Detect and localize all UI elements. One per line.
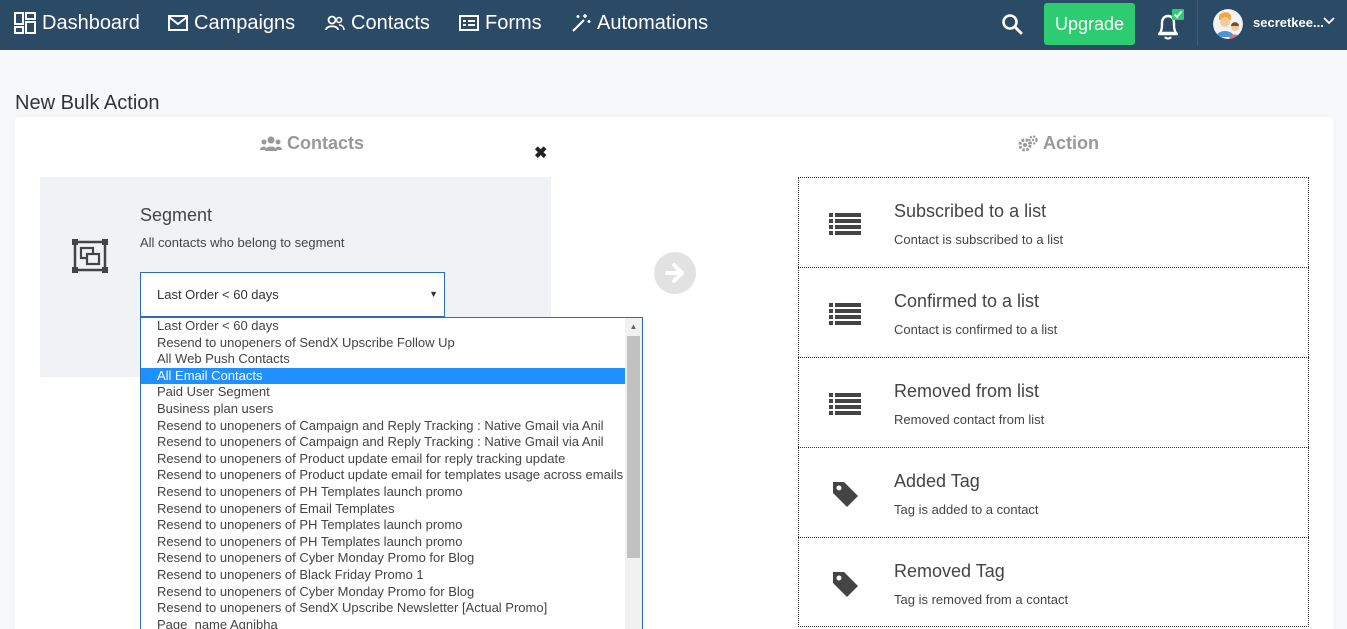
nav-dashboard-label: Dashboard [42,11,140,34]
segment-option[interactable]: Resend to unopeners of PH Templates laun… [141,484,626,501]
users-icon [260,136,282,151]
list-icon [829,298,861,330]
scroll-up-icon[interactable]: ▲ [625,318,642,335]
segment-option[interactable]: Paid User Segment [141,384,626,401]
top-navbar: Dashboard Campaigns Contacts Forms Autom… [0,0,1347,50]
segment-option[interactable]: Resend to unopeners of SendX Upscribe Ne… [141,600,626,617]
action-item[interactable]: Subscribed to a list Contact is subscribe… [798,177,1309,267]
segment-options: Last Order < 60 days Resend to unopeners … [141,318,626,629]
close-icon[interactable]: ✖ [534,145,547,163]
segment-option[interactable]: Resend to unopeners of Email Templates [141,501,626,518]
action-title: Subscribed to a list [894,201,1047,221]
nav-forms[interactable]: Forms [459,0,542,46]
nav-automations-label: Automations [597,11,709,34]
envelope-icon [168,15,188,31]
segment-option[interactable]: Resend to unopeners of Campaign and Repl… [141,434,626,451]
action-item[interactable]: Removed from list Removed contact from li… [798,357,1309,447]
action-description: Tag is added to a contact [894,502,1039,517]
segment-option[interactable]: Resend to unopeners of Campaign and Repl… [141,418,626,435]
search-icon[interactable] [1000,12,1024,36]
dashboard-icon [14,12,36,34]
contacts-heading: Contacts [260,133,364,154]
nav-contacts[interactable]: Contacts [325,0,430,46]
caret-down-icon: ▼ [429,289,438,299]
segment-option[interactable]: Resend to unopeners of SendX Upscribe Fo… [141,335,626,352]
segment-title: Segment [140,205,213,225]
page-title: New Bulk Action [15,92,160,114]
action-title: Removed Tag [894,561,1005,581]
chevron-down-icon[interactable] [1323,17,1335,25]
list-icon [829,388,861,420]
list-icon [829,208,861,240]
segment-option[interactable]: Page_name Agnibha [141,617,626,629]
segment-icon [72,239,108,273]
nav-forms-label: Forms [485,11,542,34]
segment-option[interactable]: Resend to unopeners of Product update em… [141,467,626,484]
action-heading-label: Action [1043,133,1099,153]
segment-dropdown-list[interactable]: Last Order < 60 days Resend to unopeners … [140,317,643,629]
tag-icon [829,568,861,600]
gears-icon [1018,134,1038,151]
segment-option[interactable]: Resend to unopeners of Black Friday Prom… [141,567,626,584]
segment-option[interactable]: Resend to unopeners of PH Templates laun… [141,517,626,534]
action-item[interactable]: Added Tag Tag is added to a contact [798,447,1309,537]
user-name[interactable]: secretkee... [1253,15,1324,30]
notification-bell-icon[interactable] [1152,8,1186,42]
nav-automations[interactable]: Automations [571,0,708,46]
segment-option[interactable]: Business plan users [141,401,626,418]
segment-select[interactable]: Last Order < 60 days ▼ [140,272,445,317]
action-list: Subscribed to a list Contact is subscribe… [798,177,1309,627]
segment-option[interactable]: Resend to unopeners of Product update em… [141,451,626,468]
scrollbar-thumb[interactable] [627,336,640,558]
magic-wand-icon [572,14,591,32]
action-title: Added Tag [894,471,980,491]
action-description: Contact is subscribed to a list [894,232,1064,247]
nav-campaigns-label: Campaigns [194,11,296,34]
nav-divider [1197,0,1198,46]
action-description: Removed contact from list [894,412,1045,427]
segment-option[interactable]: Resend to unopeners of Cyber Monday Prom… [141,584,626,601]
action-item[interactable]: Confirmed to a list Contact is confirmed … [798,267,1309,357]
upgrade-button[interactable]: Upgrade [1044,3,1135,45]
segment-option[interactable]: All Email Contacts [141,367,626,385]
action-description: Contact is confirmed to a list [894,322,1058,337]
form-icon [459,15,479,31]
segment-option[interactable]: All Web Push Contacts [141,351,626,368]
segment-option[interactable]: Resend to unopeners of Cyber Monday Prom… [141,550,626,567]
nav-contacts-label: Contacts [351,11,430,34]
nav-dashboard[interactable]: Dashboard [14,0,140,46]
arrow-right-icon [654,252,696,294]
contacts-heading-label: Contacts [287,133,365,153]
segment-description: All contacts who belong to segment [140,235,345,250]
action-title: Confirmed to a list [894,291,1040,311]
action-title: Removed from list [894,381,1040,401]
users-icon [325,15,345,31]
action-heading: Action [1018,133,1099,154]
segment-option[interactable]: Last Order < 60 days [141,318,626,335]
segment-option[interactable]: Resend to unopeners of PH Templates laun… [141,534,626,551]
action-description: Tag is removed from a contact [894,592,1069,607]
tag-icon [829,478,861,510]
segment-select-value: Last Order < 60 days [157,287,279,302]
action-item[interactable]: Removed Tag Tag is removed from a contact [798,537,1309,627]
nav-campaigns[interactable]: Campaigns [168,0,295,46]
scrollbar[interactable]: ▲ [625,318,642,629]
user-avatar[interactable] [1213,9,1243,39]
